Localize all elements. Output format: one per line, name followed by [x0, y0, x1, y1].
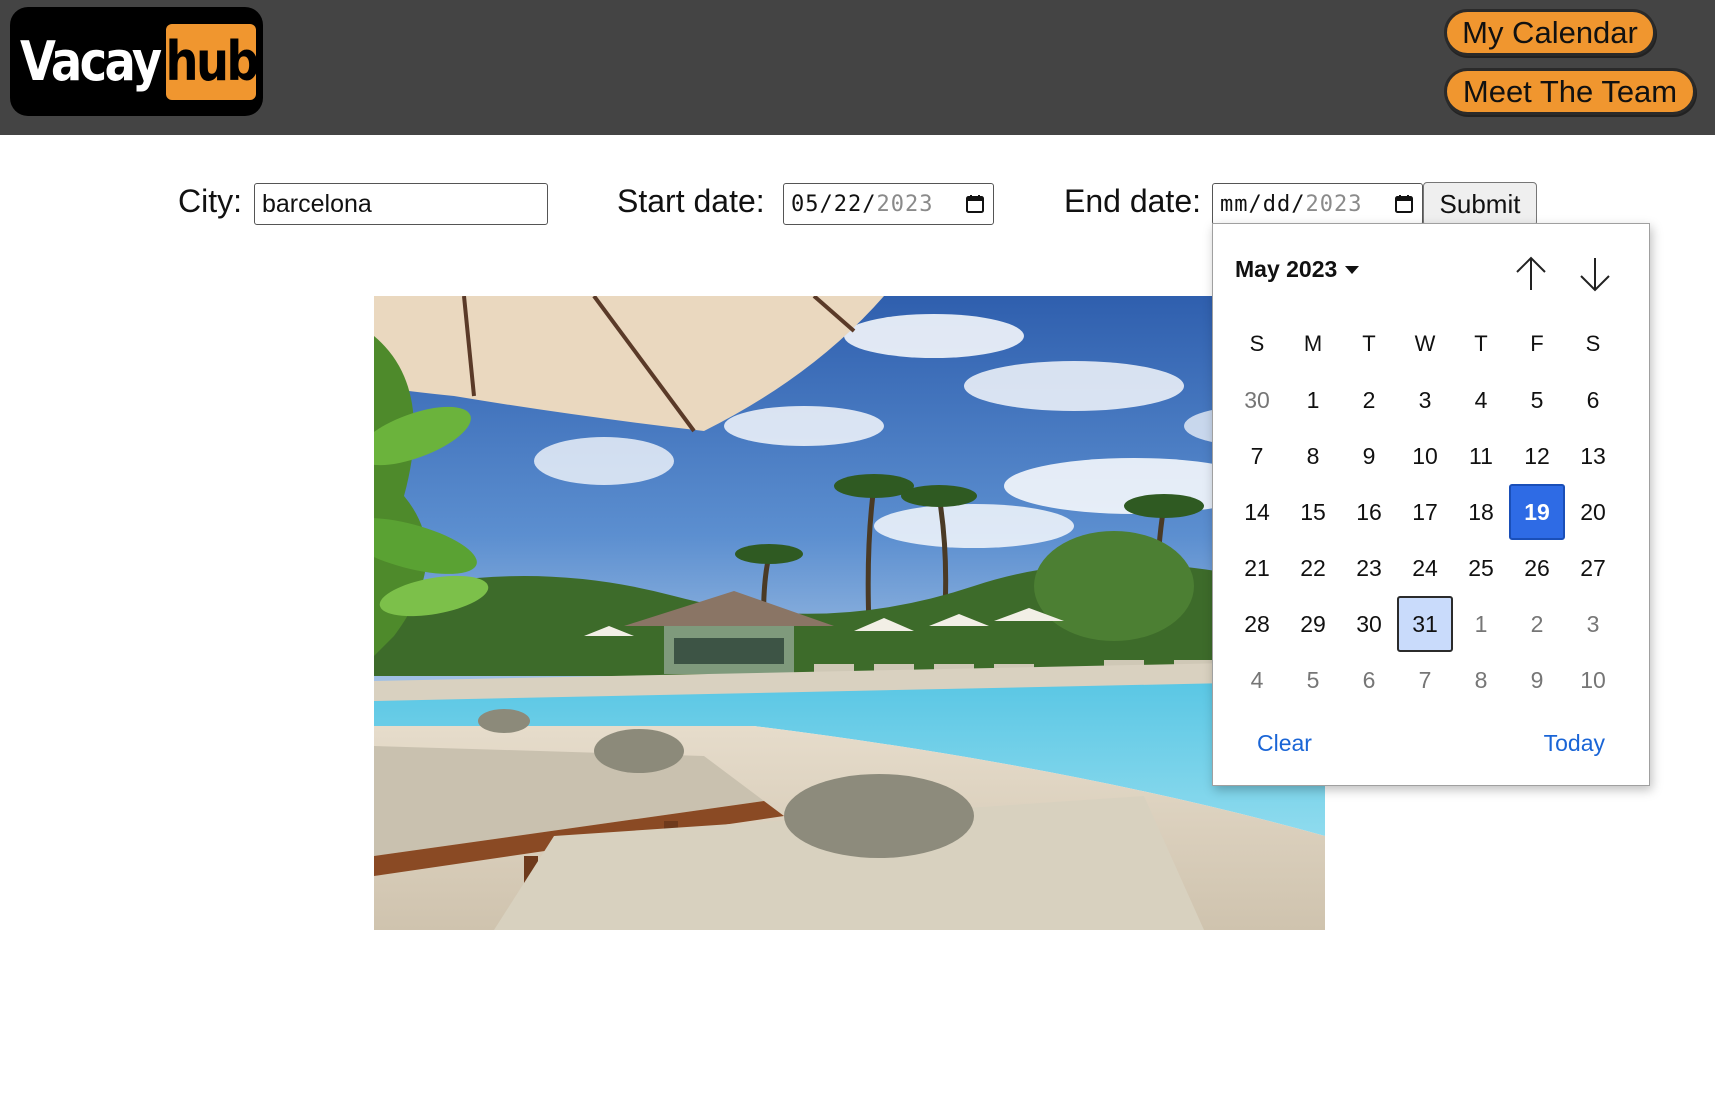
day-cell[interactable]: 27 — [1565, 540, 1621, 596]
city-input[interactable]: barcelona — [254, 183, 548, 225]
month-year-selector[interactable]: May 2023 — [1235, 256, 1360, 283]
start-date-label: Start date: — [617, 183, 765, 219]
day-cell[interactable]: 5 — [1285, 652, 1341, 708]
arrow-down-icon[interactable] — [1577, 254, 1613, 294]
day-cell[interactable]: 7 — [1229, 428, 1285, 484]
day-cell[interactable]: 2 — [1509, 596, 1565, 652]
start-date-input[interactable]: 05/22/2023 — [783, 183, 994, 225]
day-cell[interactable]: 24 — [1397, 540, 1453, 596]
day-cell[interactable]: 22 — [1285, 540, 1341, 596]
day-cell[interactable]: 4 — [1453, 372, 1509, 428]
day-cell[interactable]: 12 — [1509, 428, 1565, 484]
meet-the-team-button[interactable]: Meet The Team — [1444, 68, 1696, 115]
day-cell[interactable]: 18 — [1453, 484, 1509, 540]
start-date-value: 05/22/2023 — [791, 191, 934, 217]
week-row: 14 15 16 17 18 19 20 — [1229, 484, 1621, 540]
day-cell[interactable]: 11 — [1453, 428, 1509, 484]
day-cell[interactable]: 29 — [1285, 596, 1341, 652]
week-row: 7 8 9 10 11 12 13 — [1229, 428, 1621, 484]
day-cell[interactable]: 30 — [1229, 372, 1285, 428]
week-row: 21 22 23 24 25 26 27 — [1229, 540, 1621, 596]
day-cell[interactable]: 3 — [1397, 372, 1453, 428]
day-cell[interactable]: 2 — [1341, 372, 1397, 428]
site-header: Vacay hub My Calendar Meet The Team — [0, 0, 1715, 135]
day-cell[interactable]: 3 — [1565, 596, 1621, 652]
calendar-grid: S M T W T F S 30 1 2 3 4 5 6 7 8 9 10 11… — [1229, 316, 1621, 708]
calendar-icon[interactable] — [1394, 194, 1414, 214]
month-year-label: May 2023 — [1235, 256, 1338, 282]
day-cell[interactable]: 26 — [1509, 540, 1565, 596]
my-calendar-button[interactable]: My Calendar — [1444, 9, 1656, 56]
day-cell[interactable]: 9 — [1341, 428, 1397, 484]
vacayhub-logo[interactable]: Vacay hub — [10, 7, 263, 116]
weekday-header: T — [1474, 331, 1488, 356]
weekday-header: M — [1303, 331, 1323, 356]
weekday-header: W — [1414, 331, 1436, 356]
day-cell[interactable]: 10 — [1397, 428, 1453, 484]
weekday-header: T — [1362, 331, 1376, 356]
weekday-header: S — [1585, 331, 1601, 356]
day-cell[interactable]: 5 — [1509, 372, 1565, 428]
day-cell[interactable]: 23 — [1341, 540, 1397, 596]
arrow-up-icon[interactable] — [1513, 254, 1549, 294]
day-cell[interactable]: 7 — [1397, 652, 1453, 708]
weekday-header-row: S M T W T F S — [1229, 316, 1621, 372]
day-cell[interactable]: 6 — [1341, 652, 1397, 708]
day-cell[interactable]: 10 — [1565, 652, 1621, 708]
day-cell[interactable]: 6 — [1565, 372, 1621, 428]
day-cell[interactable]: 16 — [1341, 484, 1397, 540]
end-date-label: End date: — [1064, 183, 1201, 219]
day-cell[interactable]: 17 — [1397, 484, 1453, 540]
day-cell[interactable]: 15 — [1285, 484, 1341, 540]
day-cell[interactable]: 14 — [1229, 484, 1285, 540]
day-cell[interactable]: 13 — [1565, 428, 1621, 484]
day-cell[interactable]: 1 — [1453, 596, 1509, 652]
day-cell[interactable]: 8 — [1453, 652, 1509, 708]
week-row: 28 29 30 31 1 2 3 — [1229, 596, 1621, 652]
logo-text-hub: hub — [166, 23, 256, 100]
week-row: 30 1 2 3 4 5 6 — [1229, 372, 1621, 428]
day-cell[interactable]: 1 — [1285, 372, 1341, 428]
resort-pool-photo — [374, 296, 1325, 930]
end-date-value: mm/dd/2023 — [1220, 191, 1363, 217]
day-cell[interactable]: 28 — [1229, 596, 1285, 652]
day-cell[interactable]: 4 — [1229, 652, 1285, 708]
end-date-input[interactable]: mm/dd/2023 — [1212, 183, 1423, 225]
logo-text-vacay: Vacay — [20, 30, 162, 93]
date-picker-popup: May 2023 S M T W T F S 30 1 2 3 4 5 6 7 … — [1212, 223, 1650, 786]
day-cell[interactable]: 30 — [1341, 596, 1397, 652]
day-cell[interactable]: 9 — [1509, 652, 1565, 708]
weekday-header: F — [1530, 331, 1544, 356]
page: Vacay hub My Calendar Meet The Team City… — [0, 0, 1715, 1099]
city-input-value: barcelona — [262, 189, 372, 218]
day-cell[interactable]: 25 — [1453, 540, 1509, 596]
caret-down-icon — [1345, 265, 1360, 274]
today-button[interactable]: Today — [1544, 730, 1605, 757]
clear-button[interactable]: Clear — [1257, 730, 1312, 757]
day-cell[interactable]: 21 — [1229, 540, 1285, 596]
week-row: 4 5 6 7 8 9 10 — [1229, 652, 1621, 708]
day-cell[interactable]: 8 — [1285, 428, 1341, 484]
weekday-header: S — [1249, 331, 1265, 356]
city-label: City: — [178, 183, 242, 219]
submit-button[interactable]: Submit — [1423, 182, 1537, 226]
calendar-icon[interactable] — [965, 194, 985, 214]
day-cell[interactable]: 20 — [1565, 484, 1621, 540]
highlighted-day-cell[interactable]: 31 — [1397, 596, 1453, 652]
today-day-cell[interactable]: 19 — [1509, 484, 1565, 540]
